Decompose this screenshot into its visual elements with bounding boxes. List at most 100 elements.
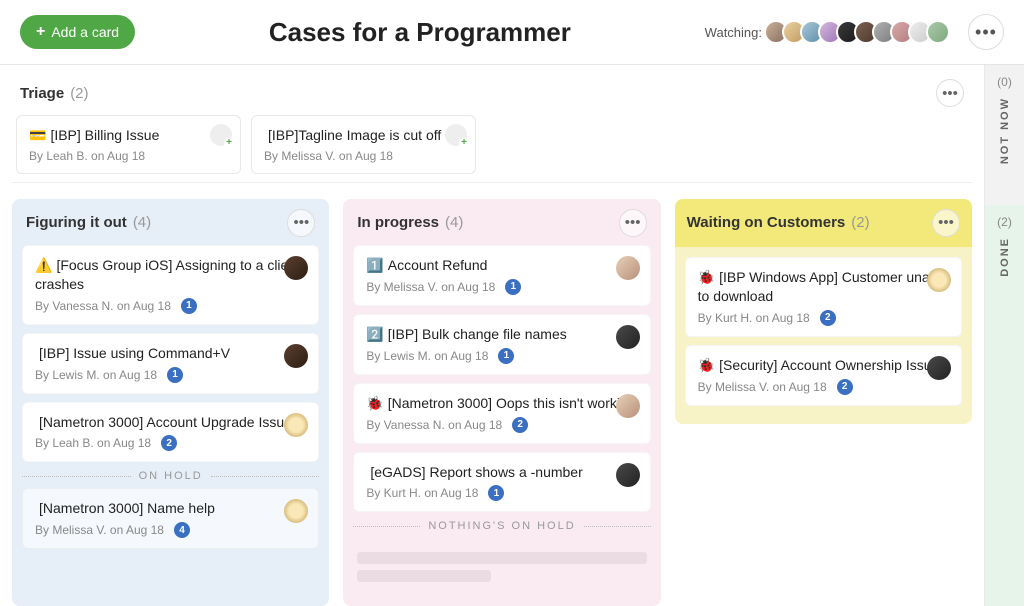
card-title: [eGADS] Report shows a -number: [366, 463, 637, 482]
avatar[interactable]: [616, 325, 640, 349]
ellipsis-icon: •••: [625, 214, 641, 231]
assign-icon[interactable]: [445, 124, 467, 146]
kanban-columns: Figuring it out (4) ••• ⚠️[Focus Group i…: [12, 183, 972, 606]
ellipsis-icon: •••: [942, 85, 958, 102]
header-more-button[interactable]: •••: [968, 14, 1004, 50]
triage-card[interactable]: 💳[IBP] Billing Issue By Leah B. on Aug 1…: [16, 115, 241, 174]
avatar[interactable]: [284, 413, 308, 437]
card-title: ⚠️[Focus Group iOS] Assigning to a clien…: [35, 256, 306, 294]
rail-label: NOT NOW: [999, 97, 1011, 164]
count-badge: 1: [505, 279, 521, 295]
card-meta: By Melissa V. on Aug 18: [264, 149, 463, 163]
card-title: [IBP] Issue using Command+V: [35, 344, 306, 363]
triage-cards: 💳[IBP] Billing Issue By Leah B. on Aug 1…: [16, 115, 968, 174]
card-title: 💳[IBP] Billing Issue: [29, 126, 228, 145]
card-title: [Nametron 3000] Name help: [35, 499, 306, 518]
plus-icon: +: [36, 23, 45, 41]
card[interactable]: [Nametron 3000] Account Upgrade Issue? B…: [22, 402, 319, 463]
count-badge: 4: [174, 522, 190, 538]
assign-icon[interactable]: [210, 124, 232, 146]
card[interactable]: ⚠️[Focus Group iOS] Assigning to a clien…: [22, 245, 319, 325]
column-title: Figuring it out: [26, 214, 127, 231]
triage-count: (2): [70, 85, 88, 102]
card[interactable]: 🐞[IBP Windows App] Customer unable to do…: [685, 257, 962, 337]
column-title: Waiting on Customers: [687, 214, 846, 231]
card-meta: By Leah B. on Aug 182: [35, 435, 306, 451]
count-badge: 1: [488, 485, 504, 501]
avatar[interactable]: [616, 394, 640, 418]
card-title: 2️⃣[IBP] Bulk change file names: [366, 325, 637, 344]
count-badge: 1: [167, 367, 183, 383]
placeholder-line: [357, 552, 646, 564]
card-title: 🐞[IBP Windows App] Customer unable to do…: [698, 268, 949, 306]
header: + Add a card Cases for a Programmer Watc…: [0, 0, 1024, 65]
page-title: Cases for a Programmer: [135, 17, 705, 48]
card-meta: By Lewis M. on Aug 181: [366, 348, 637, 364]
empty-placeholder: [353, 538, 650, 596]
card-meta: By Vanessa N. on Aug 182: [366, 417, 637, 433]
add-card-button[interactable]: + Add a card: [20, 15, 135, 49]
triage-card[interactable]: [IBP]Tagline Image is cut off By Melissa…: [251, 115, 476, 174]
ellipsis-icon: •••: [975, 22, 997, 43]
ellipsis-icon: •••: [293, 214, 309, 231]
nothing-on-hold-divider: NOTHING'S ON HOLD: [353, 520, 650, 532]
watching-label: Watching:: [705, 25, 762, 40]
card[interactable]: [IBP] Issue using Command+V By Lewis M. …: [22, 333, 319, 394]
avatar[interactable]: [284, 344, 308, 368]
avatar[interactable]: [926, 20, 950, 44]
column-more-button[interactable]: •••: [932, 209, 960, 237]
rail-done[interactable]: (2) DONE: [985, 205, 1024, 606]
card[interactable]: [eGADS] Report shows a -number By Kurt H…: [353, 452, 650, 513]
rail-label: DONE: [999, 237, 1011, 277]
card-meta: By Kurt H. on Aug 182: [698, 310, 949, 326]
rail-count: (2): [997, 215, 1012, 229]
avatar[interactable]: [616, 463, 640, 487]
card-meta: By Melissa V. on Aug 182: [698, 379, 949, 395]
column-in-progress: In progress (4) ••• 1️⃣Account Refund By…: [343, 199, 660, 606]
column-wrap-waiting: Waiting on Customers (2) ••• 🐞[IBP Windo…: [675, 199, 972, 606]
column-figuring-it-out: Figuring it out (4) ••• ⚠️[Focus Group i…: [12, 199, 329, 606]
placeholder-line: [357, 570, 491, 582]
card[interactable]: 1️⃣Account Refund By Melissa V. on Aug 1…: [353, 245, 650, 306]
card[interactable]: 2️⃣[IBP] Bulk change file names By Lewis…: [353, 314, 650, 375]
triage-header: Triage (2) •••: [16, 79, 968, 107]
watchers-list[interactable]: [770, 20, 950, 44]
avatar[interactable]: [284, 499, 308, 523]
triage-more-button[interactable]: •••: [936, 79, 964, 107]
on-hold-divider: ON HOLD: [22, 470, 319, 482]
card-meta: By Melissa V. on Aug 184: [35, 522, 306, 538]
card-title: 🐞[Nametron 3000] Oops this isn't working: [366, 394, 637, 413]
column-header: Waiting on Customers (2) •••: [675, 199, 972, 247]
avatar[interactable]: [927, 268, 951, 292]
column-title: In progress: [357, 214, 439, 231]
rail-not-now[interactable]: (0) NOT NOW: [985, 65, 1024, 205]
card-title: 1️⃣Account Refund: [366, 256, 637, 275]
board: Triage (2) ••• 💳[IBP] Billing Issue By L…: [0, 65, 1024, 606]
column-more-button[interactable]: •••: [619, 209, 647, 237]
triage-section: Triage (2) ••• 💳[IBP] Billing Issue By L…: [12, 65, 972, 183]
column-header: In progress (4) •••: [353, 209, 650, 237]
count-badge: 2: [512, 417, 528, 433]
card[interactable]: [Nametron 3000] Name help By Melissa V. …: [22, 488, 319, 549]
card-meta: By Melissa V. on Aug 181: [366, 279, 637, 295]
column-count: (4): [445, 214, 463, 231]
card[interactable]: 🐞[Nametron 3000] Oops this isn't working…: [353, 383, 650, 444]
card[interactable]: 🐞[Security] Account Ownership Issue By M…: [685, 345, 962, 406]
card-meta: By Kurt H. on Aug 181: [366, 485, 637, 501]
card-title: [IBP]Tagline Image is cut off: [264, 126, 463, 145]
count-badge: 1: [181, 298, 197, 314]
card-meta: By Leah B. on Aug 18: [29, 149, 228, 163]
avatar[interactable]: [616, 256, 640, 280]
card-meta: By Vanessa N. on Aug 181: [35, 298, 306, 314]
triage-title: Triage: [20, 85, 64, 102]
card-meta: By Lewis M. on Aug 181: [35, 367, 306, 383]
column-more-button[interactable]: •••: [287, 209, 315, 237]
avatar[interactable]: [927, 356, 951, 380]
watching-section: Watching: •••: [705, 14, 1004, 50]
column-header: Figuring it out (4) •••: [22, 209, 319, 237]
main-column-area: Triage (2) ••• 💳[IBP] Billing Issue By L…: [0, 65, 984, 606]
column-count: (4): [133, 214, 151, 231]
column-count: (2): [851, 214, 869, 231]
count-badge: 2: [820, 310, 836, 326]
count-badge: 1: [498, 348, 514, 364]
